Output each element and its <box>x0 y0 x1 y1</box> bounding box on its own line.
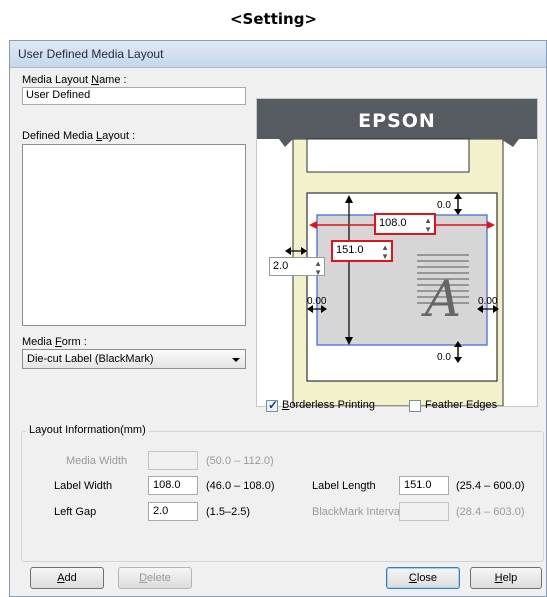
blackmark-interval-input[interactable] <box>399 502 449 521</box>
media-layout-name-input[interactable]: User Defined <box>22 87 246 105</box>
left-gap-range: (1.5–2.5) <box>206 506 251 518</box>
help-button[interactable]: Help <box>470 567 542 589</box>
close-button[interactable]: Close <box>386 567 460 589</box>
left-margin-value: 0.00 <box>307 296 327 307</box>
layout-preview-diagram: EPSON A 0.0 0.0 0.00 0.00 <box>257 99 537 406</box>
layout-info-title: Layout Information(mm) <box>26 424 149 436</box>
media-form-value: Die-cut Label (BlackMark) <box>27 353 154 365</box>
layout-preview: EPSON A 0.0 0.0 0.00 0.00 108.0 ▲ ▼ 151.… <box>256 98 538 407</box>
dialog-titlebar[interactable]: User Defined Media Layout <box>10 41 546 68</box>
blackmark-interval-range: (28.4 – 603.0) <box>456 506 525 518</box>
left-gap-input[interactable]: 2.0 <box>148 502 198 521</box>
brand-logo: EPSON <box>358 110 436 132</box>
left-gap-label: Left Gap <box>54 506 97 518</box>
spinner-arrows-icon[interactable]: ▲ ▼ <box>424 216 432 234</box>
label-length-input[interactable]: 151.0 <box>399 476 449 495</box>
defined-media-layout-list[interactable] <box>22 144 246 326</box>
media-width-input[interactable] <box>148 451 198 470</box>
label-length-label: Label Length <box>312 480 376 492</box>
right-margin-value: 0.00 <box>478 296 498 307</box>
label-width-spinner[interactable]: 151.0 ▲ ▼ <box>331 240 393 262</box>
blackmark-interval-label: BlackMark Interval <box>312 506 403 518</box>
dialog-title: User Defined Media Layout <box>18 47 164 61</box>
bottom-margin-value: 0.0 <box>437 352 451 363</box>
media-width-label: Media Width <box>66 455 128 467</box>
chevron-down-icon <box>232 358 240 362</box>
sample-glyph: A <box>421 270 461 328</box>
media-form-label: Media Form : <box>22 336 87 348</box>
label-width-range: (46.0 – 108.0) <box>206 480 275 492</box>
media-layout-name-label: Media Layout Name : <box>22 74 127 86</box>
borderless-printing-label[interactable]: Borderless Printing <box>282 399 375 411</box>
add-button[interactable]: Add <box>30 567 104 589</box>
paper-out <box>306 138 470 173</box>
left-gap-spinner[interactable]: 2.0 ▲ ▼ <box>269 257 325 277</box>
feather-edges-checkbox[interactable] <box>409 400 421 412</box>
label-width-input[interactable]: 108.0 <box>148 476 198 495</box>
user-defined-media-layout-dialog: User Defined Media Layout Media Layout N… <box>9 40 547 597</box>
label-length-range: (25.4 – 600.0) <box>456 480 525 492</box>
media-width-range: (50.0 – 112.0) <box>206 455 274 467</box>
layout-info-group <box>21 431 544 562</box>
label-length-spinner[interactable]: 108.0 ▲ ▼ <box>374 213 436 235</box>
defined-media-layout-label: Defined Media Layout : <box>22 130 136 142</box>
top-margin-value: 0.0 <box>437 200 451 211</box>
feather-edges-label[interactable]: Feather Edges <box>425 399 497 411</box>
spinner-arrows-icon[interactable]: ▲ ▼ <box>381 243 389 261</box>
label-width-label: Label Width <box>54 480 113 492</box>
spinner-arrows-icon[interactable]: ▲ ▼ <box>314 259 322 277</box>
media-form-select[interactable]: Die-cut Label (BlackMark) <box>22 349 246 369</box>
borderless-printing-checkbox[interactable]: ✓ <box>266 398 279 412</box>
page-heading: <Setting> <box>229 10 317 28</box>
checkmark-icon: ✓ <box>268 398 279 412</box>
delete-button[interactable]: Delete <box>118 567 192 589</box>
